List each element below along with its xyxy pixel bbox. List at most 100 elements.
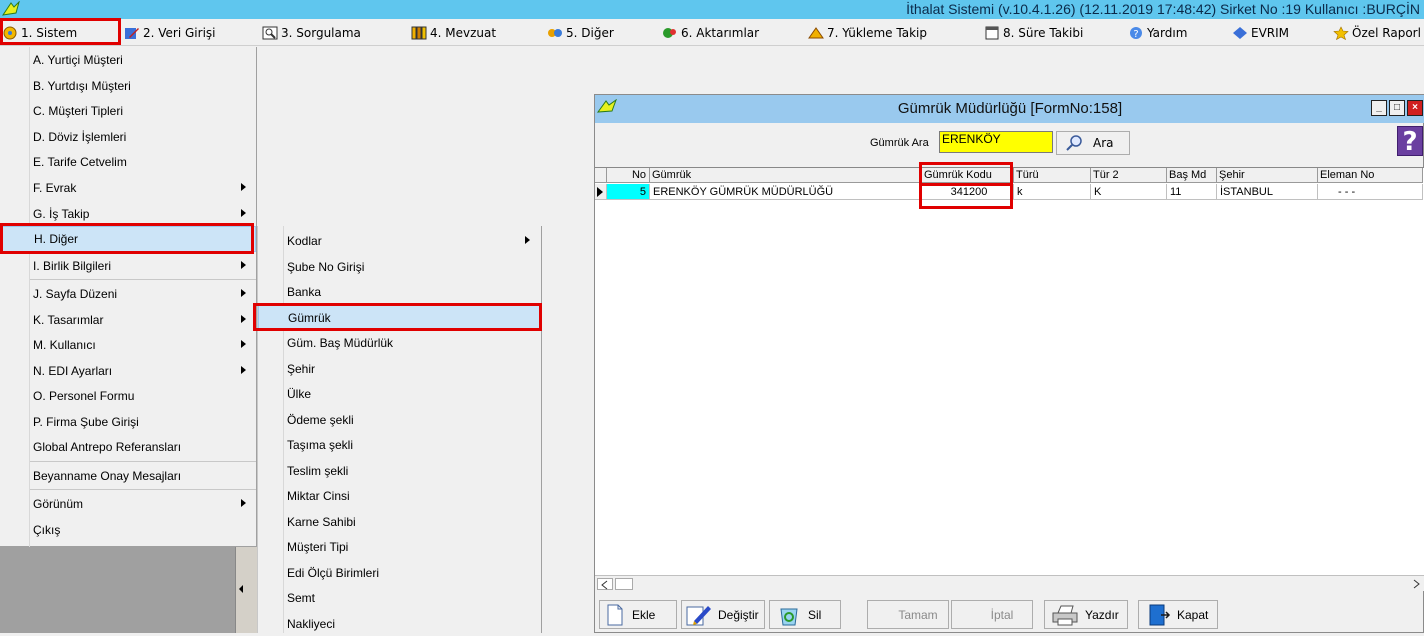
- delete-button[interactable]: Sil: [769, 600, 841, 629]
- help-icon: ?: [1402, 127, 1418, 157]
- column-header-no[interactable]: No: [607, 168, 650, 183]
- column-header-bas-md[interactable]: Baş Md: [1167, 168, 1217, 183]
- submenu-item-semt[interactable]: Semt: [258, 585, 542, 610]
- column-header-gumruk[interactable]: Gümrük: [650, 168, 922, 183]
- edit-button[interactable]: Değiştir: [681, 600, 765, 629]
- menu-label: 4. Mevzuat: [430, 26, 497, 40]
- ok-button[interactable]: Tamam: [867, 600, 949, 629]
- submenu-item-sube-no-girisi[interactable]: Şube No Girişi: [258, 254, 542, 279]
- minimize-button[interactable]: _: [1371, 100, 1387, 116]
- menu-item-yurtici-musteri[interactable]: A. Yurtiçi Müşteri: [0, 47, 256, 73]
- menu-mevzuat[interactable]: 4. Mevzuat: [411, 24, 496, 42]
- column-header-tur2[interactable]: Tür 2: [1091, 168, 1167, 183]
- add-button[interactable]: Ekle: [599, 600, 677, 629]
- menu-item-doviz-islemleri[interactable]: D. Döviz İşlemleri: [0, 124, 256, 150]
- cell-value: ERENKÖY GÜMRÜK MÜDÜRLÜĞÜ: [653, 186, 834, 198]
- star-icon: [1333, 26, 1349, 41]
- menu-item-beyanname-onay[interactable]: Beyanname Onay Mesajları: [0, 463, 256, 489]
- menu-yukleme-takip[interactable]: 7. Yükleme Takip: [808, 24, 927, 42]
- submenu-item-ulke[interactable]: Ülke: [258, 381, 542, 406]
- cell-value: İSTANBUL: [1220, 186, 1273, 198]
- menu-item-label: Semt: [287, 590, 316, 605]
- menu-item-gorunum[interactable]: Görünüm: [0, 491, 256, 517]
- print-button[interactable]: Yazdır: [1044, 600, 1128, 629]
- menu-item-cikis[interactable]: Çıkış: [0, 517, 256, 543]
- menu-item-sayfa-duzeni[interactable]: J. Sayfa Düzeni: [0, 281, 256, 307]
- close-button[interactable]: ×: [1407, 100, 1423, 116]
- submenu-arrow-icon: [241, 366, 246, 374]
- submenu-item-sehir[interactable]: Şehir: [258, 356, 542, 381]
- submenu-arrow-icon: [241, 183, 246, 191]
- submenu-item-miktar-cinsi[interactable]: Miktar Cinsi: [258, 483, 542, 508]
- menu-item-firma-sube-girisi[interactable]: P. Firma Şube Girişi: [0, 409, 256, 435]
- cell-sehir: İSTANBUL: [1217, 184, 1318, 200]
- search-button[interactable]: Ara: [1056, 131, 1130, 155]
- background-panel: [0, 547, 235, 633]
- truck-icon: [808, 26, 824, 40]
- column-header-eleman-no[interactable]: Eleman No: [1318, 168, 1423, 183]
- menu-item-birlik-bilgileri[interactable]: I. Birlik Bilgileri: [0, 253, 256, 279]
- horizontal-scrollbar[interactable]: [595, 575, 1424, 591]
- submenu-item-kodlar[interactable]: Kodlar: [258, 228, 542, 253]
- menu-item-yurtdisi-musteri[interactable]: B. Yurtdışı Müşteri: [0, 73, 256, 99]
- submenu-item-nakliyeci[interactable]: Nakliyeci: [258, 611, 542, 636]
- submenu-item-gum-bas-mudurluk[interactable]: Güm. Baş Müdürlük: [258, 330, 542, 355]
- menu-item-global-antrepo[interactable]: Global Antrepo Referansları: [0, 434, 256, 460]
- menu-diger[interactable]: 5. Diğer: [547, 24, 614, 42]
- maximize-button[interactable]: □: [1389, 100, 1405, 116]
- menu-item-label: E. Tarife Cetvelim: [33, 155, 127, 169]
- menu-item-edi-ayarlari[interactable]: N. EDI Ayarları: [0, 358, 256, 384]
- menu-sorgulama[interactable]: 3. Sorgulama: [262, 24, 361, 42]
- menu-item-tarife-cetvelim[interactable]: E. Tarife Cetvelim: [0, 149, 256, 175]
- submenu-item-edi-olcu-birimleri[interactable]: Edi Ölçü Birimleri: [258, 560, 542, 585]
- highlight-box-gumruk: [253, 303, 542, 331]
- button-label: Ekle: [632, 607, 656, 622]
- menu-item-label: Kodlar: [287, 233, 322, 248]
- menu-ozel-rapor[interactable]: Özel Raporl: [1333, 24, 1421, 42]
- submenu-item-banka[interactable]: Banka: [258, 279, 542, 304]
- menu-item-label: Beyanname Onay Mesajları: [33, 469, 182, 483]
- submenu-item-teslim-sekli[interactable]: Teslim şekli: [258, 458, 542, 483]
- column-header-turu[interactable]: Türü: [1014, 168, 1091, 183]
- search-row: Gümrük Ara ERENKÖY Ara ?: [595, 124, 1424, 160]
- menu-item-label: J. Sayfa Düzeni: [33, 287, 118, 301]
- cell-value: - - -: [1338, 186, 1356, 198]
- highlight-box-gumruk-kodu: [919, 162, 1013, 209]
- splitter-handle[interactable]: [235, 547, 257, 633]
- menu-item-label: Güm. Baş Müdürlük: [287, 335, 394, 350]
- menu-veri-girisi[interactable]: 2. Veri Girişi: [124, 24, 216, 42]
- menu-item-label: N. EDI Ayarları: [33, 364, 113, 378]
- row-indicator-icon: [595, 184, 607, 200]
- submenu-item-odeme-sekli[interactable]: Ödeme şekli: [258, 407, 542, 432]
- menu-label: 6. Aktarımlar: [681, 26, 760, 40]
- cell-value: 11: [1170, 186, 1182, 198]
- menubar: 1. Sistem 2. Veri Girişi 3. Sorgulama 4.…: [0, 18, 1424, 46]
- submenu-item-tasima-sekli[interactable]: Taşıma şekli: [258, 432, 542, 457]
- cancel-button[interactable]: İptal: [951, 600, 1033, 629]
- form-titlebar: Gümrük Müdürlüğü [FormNo:158] _ □ ×: [595, 95, 1424, 123]
- scroll-thumb[interactable]: [615, 578, 633, 590]
- search-input[interactable]: ERENKÖY: [939, 131, 1053, 153]
- submenu-item-karne-sahibi[interactable]: Karne Sahibi: [258, 509, 542, 534]
- menu-item-evrak[interactable]: F. Evrak: [0, 175, 256, 201]
- scroll-left-button[interactable]: [597, 578, 613, 590]
- close-form-button[interactable]: Kapat: [1138, 600, 1218, 629]
- menu-item-musteri-tipleri[interactable]: C. Müşteri Tipleri: [0, 98, 256, 124]
- button-label: Yazdır: [1085, 607, 1119, 622]
- menu-aktarimlar[interactable]: 6. Aktarımlar: [662, 24, 759, 42]
- books-icon: [411, 26, 427, 40]
- submenu-item-musteri-tipi[interactable]: Müşteri Tipi: [258, 534, 542, 559]
- menu-yardim[interactable]: ? Yardım: [1128, 24, 1187, 42]
- menu-item-personel-formu[interactable]: O. Personel Formu: [0, 383, 256, 409]
- menu-item-kullanici[interactable]: M. Kullanıcı: [0, 332, 256, 358]
- column-header-sehir[interactable]: Şehir: [1217, 168, 1318, 183]
- menu-sure-takibi[interactable]: 8. Süre Takibi: [984, 24, 1083, 42]
- highlight-box-sistem: [0, 18, 121, 45]
- help-button[interactable]: ?: [1397, 126, 1423, 157]
- menu-item-tasarimlar[interactable]: K. Tasarımlar: [0, 307, 256, 333]
- tools-icon: [547, 26, 563, 40]
- scroll-right-button[interactable]: [1409, 578, 1423, 590]
- menu-separator: [30, 461, 256, 462]
- column-header-label: No: [631, 169, 646, 181]
- menu-evrim[interactable]: EVRIM: [1232, 24, 1289, 42]
